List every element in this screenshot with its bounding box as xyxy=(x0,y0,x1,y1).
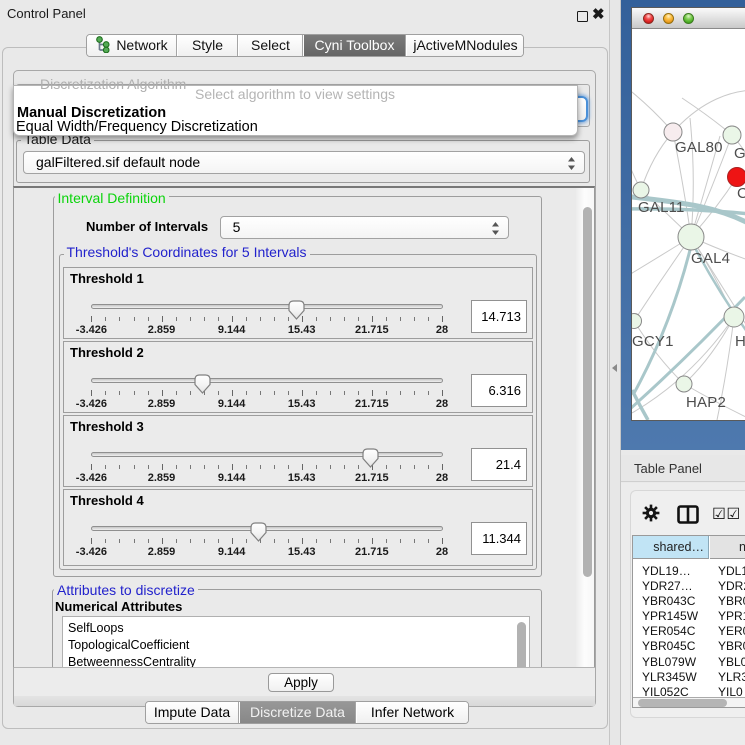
svg-text:HAP2: HAP2 xyxy=(686,394,726,411)
svg-text:G: G xyxy=(734,145,745,162)
svg-text:GAL80: GAL80 xyxy=(675,139,723,156)
svg-text:GAL4: GAL4 xyxy=(691,250,730,267)
svg-text:C: C xyxy=(737,185,745,202)
svg-text:GCY1: GCY1 xyxy=(632,333,674,350)
svg-text:GAL11: GAL11 xyxy=(638,199,685,216)
svg-text:H: H xyxy=(735,333,745,350)
